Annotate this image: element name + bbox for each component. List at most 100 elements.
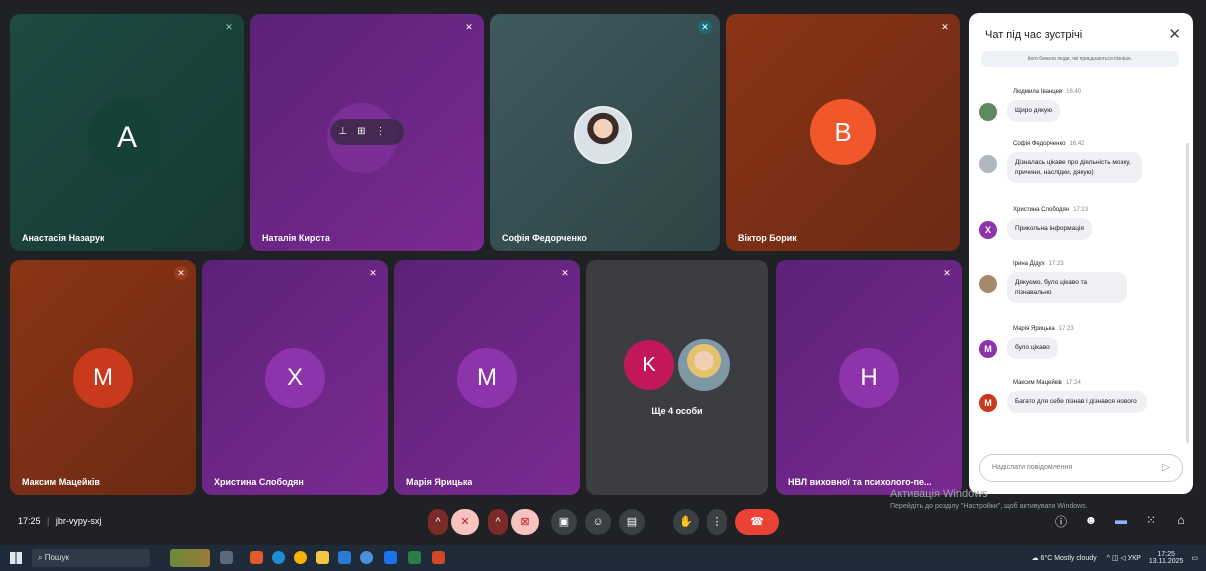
participant-tile[interactable]: ✕ H НВЛ виховної та психолого-пе...: [776, 260, 962, 495]
chat-message: Софія Федорченко 16:42 Дізналась цікаве п…: [979, 141, 1179, 193]
more-participants-label: Ще 4 особи: [651, 406, 703, 416]
participant-tile[interactable]: ✕ ⊥⊞⋮ Наталія Кирста: [250, 14, 484, 251]
widgets-icon[interactable]: [170, 549, 210, 567]
participant-name: Віктор Борик: [738, 233, 797, 243]
chat-avatar: [979, 103, 997, 121]
meeting-details-icon[interactable]: ⓘ: [1052, 513, 1070, 530]
message-text: Багато для себе пізнав і дізнався нового: [1007, 391, 1147, 413]
participant-avatar: M: [73, 348, 133, 408]
participant-name: Марія Ярицька: [406, 477, 473, 487]
pin-icon[interactable]: ⊥: [338, 126, 357, 137]
captions-icon[interactable]: ▤: [619, 509, 645, 535]
volume-icon[interactable]: ◁: [1120, 555, 1125, 562]
clock-time: 17:25: [1157, 551, 1175, 558]
message-text: Дякуємо, було цікаво та пізнавально: [1007, 272, 1127, 303]
clock[interactable]: 17:25 13.11.2025: [1149, 551, 1184, 565]
language-indicator[interactable]: УКР: [1128, 555, 1141, 562]
task-view-icon[interactable]: [220, 551, 233, 564]
participant-photo: [676, 337, 732, 393]
participant-photo: [574, 106, 632, 164]
message-author: Людмила Іванцев: [1013, 89, 1063, 95]
close-icon[interactable]: ✕: [1168, 25, 1181, 43]
windows-taskbar: ⌕ Пошук ☁ 6°C Mostly cloudy ^ ◫ ◁ УКР 17…: [0, 545, 1206, 571]
chat-title: Чат під час зустрічі: [985, 29, 1083, 41]
message-text: Дізналась цікаве про діяльність мозку, п…: [1007, 152, 1142, 183]
participant-tile[interactable]: ✕ M Максим Мацейків: [10, 260, 196, 495]
browser-icon[interactable]: [384, 551, 397, 564]
weather-text[interactable]: 6°C Mostly cloudy: [1041, 555, 1097, 562]
people-icon[interactable]: ☻: [1082, 513, 1100, 527]
present-screen-icon[interactable]: ▣: [551, 509, 577, 535]
chrome-icon[interactable]: [294, 551, 307, 564]
mic-muted-icon: ✕: [465, 22, 473, 32]
notifications-icon[interactable]: ▭: [1191, 555, 1198, 562]
emoji-reaction-icon[interactable]: ☺: [585, 509, 611, 535]
mic-muted-icon: ✕: [225, 22, 233, 32]
meeting-info: 17:25 | jbr-vypy-sxj: [18, 516, 101, 526]
message-time: 17:24: [1065, 380, 1081, 386]
app-icon[interactable]: [360, 551, 373, 564]
audio-options-chevron-icon[interactable]: ^: [428, 509, 448, 535]
chat-input-placeholder: Надіслати повідомлення: [992, 464, 1073, 471]
camera-off-icon[interactable]: ⊠: [511, 509, 539, 535]
mic-muted-icon: ✕: [698, 20, 712, 34]
participant-name: Анастасія Назарук: [22, 233, 105, 243]
message-author: Марія Ярицька: [1013, 326, 1055, 332]
send-icon[interactable]: ▷: [1162, 462, 1170, 473]
participant-tile[interactable]: ✕ X Христина Слободян: [202, 260, 388, 495]
chat-notice: його бачили люди, які приєднаються пізні…: [981, 51, 1179, 67]
more-options-icon[interactable]: ⋮: [376, 126, 396, 137]
activities-icon[interactable]: ⁙: [1142, 513, 1160, 527]
mic-muted-icon: ✕: [943, 268, 951, 278]
network-icon[interactable]: ◫: [1112, 555, 1119, 562]
windows-start-icon[interactable]: [10, 552, 22, 564]
file-explorer-icon[interactable]: [316, 551, 329, 564]
app-icon[interactable]: [250, 551, 263, 564]
video-options-chevron-icon[interactable]: ^: [488, 509, 508, 535]
activation-watermark-title: Активація Windows: [890, 488, 988, 500]
participant-tile[interactable]: ✕ A Анастасія Назарук: [10, 14, 244, 251]
more-participants-tile[interactable]: K Ще 4 особи: [586, 260, 768, 495]
meeting-controls: 17:25 | jbr-vypy-sxj ^ ✕ ^ ⊠ ▣ ☺ ▤ ✋ ⋮ ☎…: [0, 500, 1206, 542]
chat-message: X Христина Слободян 17:23 Прикольна інфор…: [979, 207, 1179, 247]
mic-muted-icon: ✕: [941, 22, 949, 32]
spreadsheet-icon[interactable]: [408, 551, 421, 564]
message-author: Ірина Дідух: [1013, 261, 1045, 267]
taskbar-search[interactable]: ⌕ Пошук: [32, 549, 150, 567]
fullscreen-icon[interactable]: ⊞: [357, 126, 375, 137]
participant-tile[interactable]: ✕ Софія Федорченко: [490, 14, 720, 251]
raise-hand-icon[interactable]: ✋: [673, 509, 699, 535]
leave-call-icon[interactable]: ☎: [735, 509, 779, 535]
message-time: 17:23: [1048, 261, 1064, 267]
participant-avatar: H: [839, 348, 899, 408]
participant-tile[interactable]: ✕ M Марія Ярицька: [394, 260, 580, 495]
participant-tile[interactable]: ✕ B Віктор Борик: [726, 14, 960, 251]
participant-avatar: M: [457, 348, 517, 408]
tile-hover-controls: ⊥⊞⋮: [330, 119, 404, 145]
participant-name: Софія Федорченко: [502, 233, 587, 243]
chat-avatar: M: [979, 394, 997, 412]
weather-icon: ☁: [1031, 554, 1039, 562]
powerpoint-icon[interactable]: [432, 551, 445, 564]
chat-message-input[interactable]: Надіслати повідомлення ▷: [979, 454, 1183, 482]
search-icon: ⌕: [38, 553, 45, 562]
app-icon[interactable]: [338, 551, 351, 564]
participant-name: Максим Мацейків: [22, 477, 100, 487]
message-time: 16:40: [1066, 89, 1082, 95]
clock-date: 13.11.2025: [1148, 558, 1184, 565]
message-time: 17:23: [1058, 326, 1074, 332]
participant-name: НВЛ виховної та психолого-пе...: [788, 477, 932, 487]
chat-message: M Марія Ярицька 17:23 було цікаво: [979, 326, 1179, 366]
host-controls-icon[interactable]: ⌂: [1172, 513, 1190, 527]
chat-scrollbar[interactable]: [1186, 143, 1189, 443]
mic-off-icon[interactable]: ✕: [451, 509, 479, 535]
participant-avatar: B: [810, 99, 876, 165]
edge-icon[interactable]: [272, 551, 285, 564]
tray-chevron-icon[interactable]: ^: [1107, 555, 1110, 562]
chat-panel: Чат під час зустрічі ✕ його бачили люди,…: [969, 13, 1193, 494]
chat-avatar: [979, 155, 997, 173]
message-author: Софія Федорченко: [1013, 141, 1066, 147]
chat-icon[interactable]: ▬: [1112, 513, 1130, 527]
more-options-icon[interactable]: ⋮: [707, 509, 727, 535]
chat-message: Людмила Іванцев 16:40 Щиро дякую: [979, 89, 1179, 129]
